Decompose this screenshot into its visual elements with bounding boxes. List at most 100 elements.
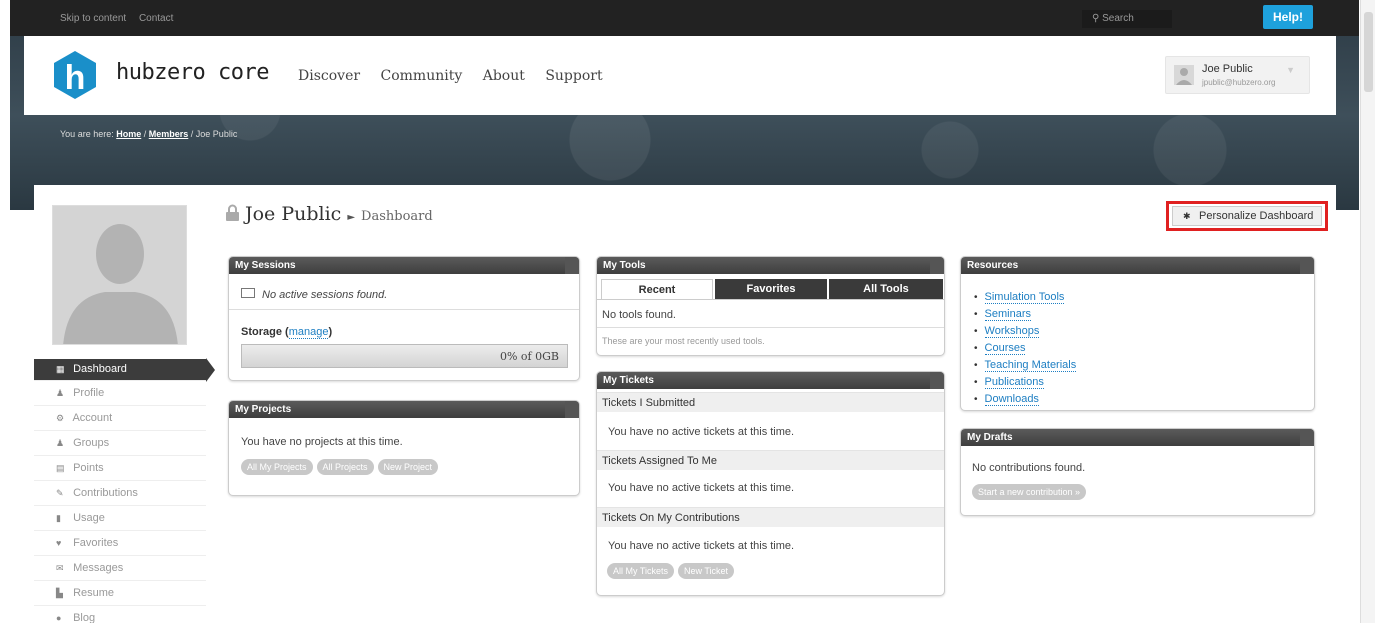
list-item[interactable]: Courses: [974, 340, 1076, 357]
all-projects-button[interactable]: All Projects: [316, 459, 374, 475]
new-ticket-button[interactable]: New Ticket: [678, 563, 735, 579]
sidebar-item-blog[interactable]: ● Blog: [34, 606, 206, 623]
page-subtitle: Dashboard: [361, 209, 433, 224]
tab-all-tools[interactable]: All Tools: [829, 279, 943, 299]
sidebar-item-account[interactable]: ⚙ Account: [34, 406, 206, 431]
breadcrumb-current: Joe Public: [195, 129, 238, 139]
my-drafts-module: My Drafts No contributions found. Start …: [960, 428, 1315, 516]
chevron-down-icon: ▼: [1286, 65, 1295, 75]
session-monitor-icon: [241, 288, 255, 298]
sidebar-item-points[interactable]: ▤ Points: [34, 456, 206, 481]
module-title[interactable]: My Sessions: [229, 257, 579, 274]
tickets-assigned-heading: Tickets Assigned To Me: [597, 450, 944, 470]
help-button[interactable]: Help!: [1263, 5, 1313, 29]
sidebar-item-label: Resume: [73, 587, 115, 599]
site-name[interactable]: hubzero core: [116, 60, 269, 85]
sidebar-item-resume[interactable]: ▙ Resume: [34, 581, 206, 606]
list-item[interactable]: Simulation Tools: [974, 289, 1076, 306]
storage-label-row: Storage (manage): [241, 326, 333, 339]
search-icon: ⚲: [1092, 13, 1103, 24]
tickets-submitted-heading: Tickets I Submitted: [597, 392, 944, 412]
favorites-icon: ♥: [56, 538, 62, 548]
breadcrumb-separator: /: [141, 129, 149, 139]
list-item[interactable]: Seminars: [974, 306, 1076, 323]
scrollbar-thumb[interactable]: [1364, 12, 1373, 92]
page-title-name: Joe Public: [245, 203, 342, 225]
hubzero-logo-icon[interactable]: h: [54, 51, 96, 99]
start-contribution-button[interactable]: Start a new contribution »: [972, 484, 1087, 500]
page-scrollbar[interactable]: [1360, 0, 1375, 623]
all-my-projects-button[interactable]: All My Projects: [241, 459, 313, 475]
tools-note: These are your most recently used tools.: [602, 336, 765, 346]
all-my-tickets-button[interactable]: All My Tickets: [607, 563, 675, 579]
sidebar-item-label: Contributions: [73, 487, 138, 499]
resource-link-label: Publications: [984, 376, 1044, 389]
nav-community[interactable]: Community: [381, 68, 463, 84]
gear-icon: ✱: [1183, 211, 1191, 221]
sidebar-item-label: Account: [72, 412, 113, 424]
resource-link-label: Workshops: [984, 325, 1040, 338]
nav-discover[interactable]: Discover: [298, 68, 360, 84]
module-title[interactable]: My Tickets: [597, 372, 944, 389]
user-name: Joe Public: [1202, 63, 1253, 75]
tab-favorites[interactable]: Favorites: [715, 279, 827, 299]
personalize-label: Personalize Dashboard: [1199, 210, 1314, 222]
nav-support[interactable]: Support: [545, 68, 602, 84]
user-account-menu[interactable]: Joe Public jpublic@hubzero.org ▼: [1165, 56, 1310, 94]
user-avatar-icon: [1174, 65, 1194, 85]
sidebar-item-dashboard[interactable]: ▦ Dashboard: [34, 358, 215, 382]
module-title[interactable]: My Drafts: [961, 429, 1314, 446]
personalize-dashboard-button[interactable]: ✱ Personalize Dashboard: [1172, 206, 1322, 226]
list-item[interactable]: Teaching Materials: [974, 357, 1077, 374]
resume-icon: ▙: [56, 588, 63, 598]
storage-progress-bar: 0% of 0GB: [241, 344, 568, 368]
breadcrumb-home[interactable]: Home: [116, 129, 141, 139]
my-tickets-module: My Tickets Tickets I Submitted You have …: [596, 371, 945, 596]
sidebar-item-groups[interactable]: ♟ Groups: [34, 431, 206, 456]
new-project-button[interactable]: New Project: [377, 459, 439, 475]
profile-avatar[interactable]: [52, 205, 187, 345]
storage-manage-link[interactable]: manage: [288, 326, 329, 339]
drafts-empty-text: No contributions found.: [972, 462, 1086, 474]
tools-tabs: Recent Favorites All Tools: [601, 279, 943, 299]
brand-bar: h hubzero core Discover Community About …: [24, 36, 1336, 115]
personalize-highlight: ✱ Personalize Dashboard: [1166, 201, 1328, 231]
my-projects-module: My Projects You have no projects at this…: [228, 400, 580, 496]
sidebar-item-label: Profile: [73, 387, 105, 399]
list-item[interactable]: Publications: [974, 374, 1076, 391]
sidebar-item-label: Usage: [73, 512, 105, 524]
tickets-submitted-text: You have no active tickets at this time.: [608, 426, 795, 438]
tickets-contributions-text: You have no active tickets at this time.: [608, 540, 795, 552]
blog-icon: ●: [56, 613, 62, 623]
sidebar-item-usage[interactable]: ▮ Usage: [34, 506, 206, 531]
sidebar-item-messages[interactable]: ✉ Messages: [34, 556, 206, 581]
breadcrumb-prefix: You are here:: [60, 129, 114, 139]
module-title[interactable]: My Projects: [229, 401, 579, 418]
messages-icon: ✉: [56, 563, 64, 573]
tickets-contributions-heading: Tickets On My Contributions: [597, 507, 944, 527]
groups-icon: ♟: [56, 438, 65, 448]
user-email: jpublic@hubzero.org: [1202, 78, 1276, 87]
skip-to-content-link[interactable]: Skip to content: [60, 13, 126, 24]
sidebar-item-label: Blog: [73, 612, 96, 623]
contact-link[interactable]: Contact: [139, 13, 173, 24]
search-input[interactable]: ⚲ Search: [1082, 10, 1172, 28]
contributions-icon: ✎: [56, 488, 64, 498]
resource-link-label: Seminars: [984, 308, 1031, 321]
module-title[interactable]: My Tools: [597, 257, 944, 274]
module-title[interactable]: Resources: [961, 257, 1314, 274]
breadcrumb-members[interactable]: Members: [149, 129, 189, 139]
resource-link-label: Teaching Materials: [984, 359, 1077, 372]
sidebar-item-profile[interactable]: ♟ Profile: [34, 381, 206, 406]
member-sidebar-nav: ▦ Dashboard ♟ Profile ⚙ Account ♟ Groups…: [34, 358, 215, 623]
list-item[interactable]: Workshops: [974, 323, 1076, 340]
tools-empty-text: No tools found.: [602, 309, 676, 321]
top-bar: Skip to content Contact ⚲ Search Help!: [10, 0, 1359, 36]
usage-icon: ▮: [56, 513, 61, 523]
list-item[interactable]: Downloads: [974, 391, 1076, 408]
my-tools-module: My Tools Recent Favorites All Tools No t…: [596, 256, 945, 356]
sidebar-item-favorites[interactable]: ♥ Favorites: [34, 531, 206, 556]
sidebar-item-contributions[interactable]: ✎ Contributions: [34, 481, 206, 506]
nav-about[interactable]: About: [483, 68, 525, 84]
tab-recent[interactable]: Recent: [601, 279, 713, 299]
